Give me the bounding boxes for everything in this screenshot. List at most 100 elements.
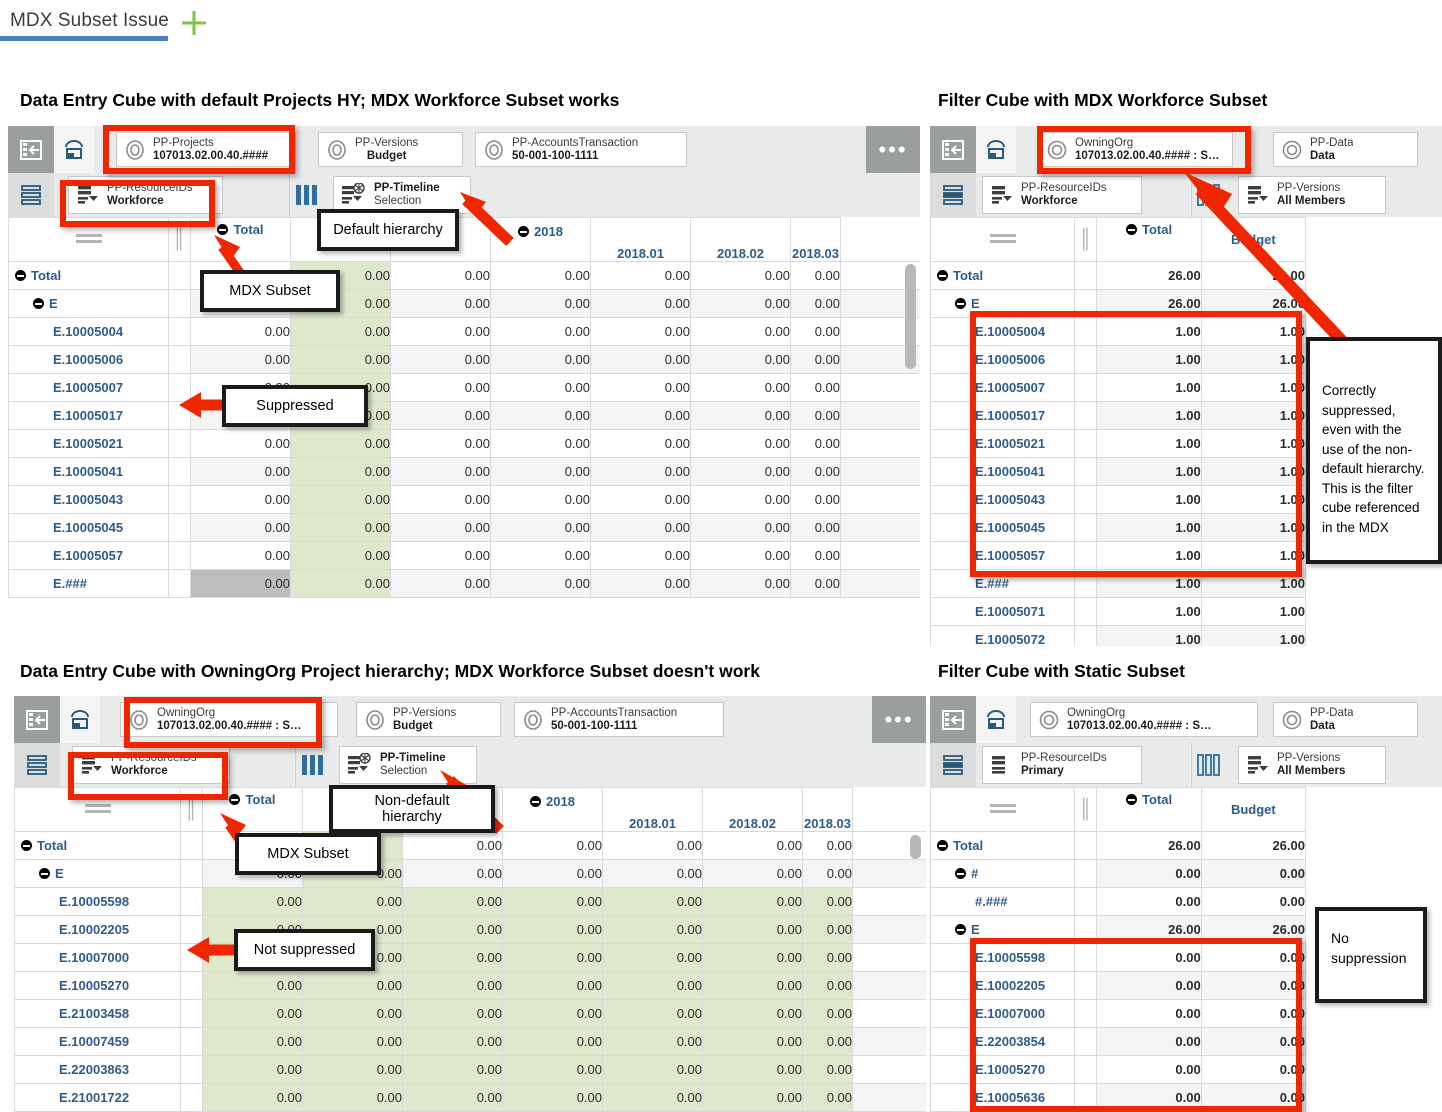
data-cell[interactable]: 0.00 xyxy=(602,887,703,916)
data-cell[interactable]: 0.00 xyxy=(190,485,291,514)
row-header-cell[interactable]: Total xyxy=(930,831,1076,860)
data-cell[interactable]: 0.00 xyxy=(790,345,841,374)
row-header-cell[interactable]: E xyxy=(8,289,169,318)
row-header-cell[interactable]: E.22003863 xyxy=(14,1055,181,1084)
rows-axis-icon[interactable] xyxy=(930,173,976,217)
data-cell[interactable]: 0.00 xyxy=(690,261,791,290)
data-cell[interactable]: 0.00 xyxy=(702,1083,803,1112)
row-header-cell[interactable]: E.10005007 xyxy=(8,373,169,402)
table-row[interactable]: E.100050070.000.000.000.000.000.000.00 xyxy=(8,373,920,402)
data-cell[interactable]: 0.00 xyxy=(402,1027,503,1056)
table-row[interactable]: E.10005057 0.00 0.00 0.00 0.00 0.00 0.00 0.00 xyxy=(8,541,920,570)
filter-chip-pp-accountstransaction[interactable]: PP-AccountsTransaction 50-001-100-1111 xyxy=(475,132,687,167)
data-cell[interactable]: 0.00 xyxy=(290,513,391,542)
data-cell[interactable]: 0.00 xyxy=(590,289,691,318)
data-cell[interactable]: 0.00 xyxy=(802,887,853,916)
data-cell[interactable]: 0.00 xyxy=(802,971,853,1000)
data-cell[interactable]: 0.00 xyxy=(502,1083,603,1112)
data-cell[interactable]: 0.00 xyxy=(602,1083,703,1112)
table-row[interactable]: E.22003863 0.00 0.00 0.00 0.00 0.00 0.00 0.00 xyxy=(14,1055,926,1084)
collapse-icon[interactable] xyxy=(955,868,966,879)
data-cell[interactable]: 0.00 xyxy=(690,513,791,542)
data-cell[interactable]: 0.00 xyxy=(702,915,803,944)
overflow-menu-button-tl[interactable]: ••• xyxy=(866,126,920,173)
data-cell[interactable]: 0.00 xyxy=(290,457,391,486)
col-header-201801-bl[interactable]: 2018.01 xyxy=(602,787,703,832)
data-cell[interactable]: 0.00 xyxy=(502,915,603,944)
data-cell[interactable]: 0.00 xyxy=(390,317,491,346)
row-header-cell[interactable]: E.10005021 xyxy=(8,429,169,458)
data-cell[interactable] xyxy=(852,887,926,916)
data-cell[interactable]: 0.00 xyxy=(802,1083,853,1112)
row-header-cell[interactable]: Total xyxy=(14,831,181,860)
data-cell[interactable]: 0.00 xyxy=(490,373,591,402)
row-header-cell[interactable]: E xyxy=(14,859,181,888)
row-header-cell[interactable]: E.10007000 xyxy=(14,943,181,972)
filter-chip-pp-versions[interactable]: PP-Versions Budget xyxy=(318,132,463,167)
data-cell[interactable]: 0.00 xyxy=(302,1027,403,1056)
data-cell[interactable]: 0.00 xyxy=(690,485,791,514)
data-cell[interactable] xyxy=(840,429,920,458)
data-cell[interactable]: 0.00 xyxy=(1200,887,1307,916)
data-cell[interactable]: 0.00 xyxy=(702,999,803,1028)
data-cell[interactable] xyxy=(840,485,920,514)
row-header-cell[interactable]: E.10005071 xyxy=(930,597,1076,626)
data-cell[interactable]: 0.00 xyxy=(602,1027,703,1056)
data-cell[interactable]: 0.00 xyxy=(702,1055,803,1084)
collapse-icon[interactable] xyxy=(21,840,32,851)
table-row[interactable]: E.10005071 1.00 1.00 xyxy=(930,597,1307,626)
data-cell[interactable]: 0.00 xyxy=(390,513,491,542)
data-cell[interactable]: 0.00 xyxy=(690,541,791,570)
row-header-cell[interactable]: E.10005072 xyxy=(930,625,1076,646)
data-cell[interactable]: 0.00 xyxy=(602,999,703,1028)
data-cell[interactable]: 0.00 xyxy=(290,569,391,598)
row-header-cell[interactable]: # xyxy=(930,859,1076,888)
data-cell[interactable]: 0.00 xyxy=(790,569,841,598)
table-row[interactable]: E.10005270 0.00 0.00 0.00 0.00 0.00 0.00 0.00 xyxy=(14,971,926,1000)
table-row[interactable]: E0.000.000.000.000.000.000.00 xyxy=(8,289,920,318)
axis-chip-pp-resourceids-br[interactable]: PP-ResourceIDs Primary xyxy=(982,746,1142,784)
row-header-cell[interactable]: E.21003458 xyxy=(14,999,181,1028)
collapse-panel-icon[interactable] xyxy=(14,696,60,743)
col-header-201801-tl[interactable]: 2018.01 xyxy=(590,217,691,262)
data-cell[interactable]: 0.00 xyxy=(390,373,491,402)
collapse-icon[interactable] xyxy=(15,270,26,281)
data-cell[interactable]: 0.00 xyxy=(590,513,691,542)
data-cell[interactable]: 0.00 xyxy=(790,261,841,290)
data-cell[interactable]: 26.00 xyxy=(1200,831,1307,860)
data-cell[interactable]: 0.00 xyxy=(490,485,591,514)
table-row[interactable]: Total 0.00 0.00 0.00 0.00 0.00 0.00 xyxy=(8,261,920,290)
data-cell[interactable] xyxy=(852,1055,926,1084)
data-cell[interactable]: 0.00 xyxy=(402,859,503,888)
data-cell[interactable]: 0.00 xyxy=(590,485,691,514)
data-cell[interactable]: 0.00 xyxy=(402,915,503,944)
collapse-icon[interactable] xyxy=(937,840,948,851)
data-cell[interactable] xyxy=(852,859,926,888)
table-row[interactable]: E.100022050.000.000.000.000.000.000.00 xyxy=(14,915,926,944)
data-cell[interactable]: 0.00 xyxy=(502,943,603,972)
data-cell[interactable]: 0.00 xyxy=(502,999,603,1028)
data-cell[interactable]: 0.00 xyxy=(390,345,491,374)
data-cell[interactable]: 0.00 xyxy=(690,457,791,486)
data-cell[interactable]: 0.00 xyxy=(590,345,691,374)
data-cell[interactable]: 0.00 xyxy=(790,429,841,458)
rows-axis-icon[interactable] xyxy=(930,743,976,787)
data-cell[interactable]: 0.00 xyxy=(702,1027,803,1056)
row-header-cell[interactable]: Total xyxy=(8,261,169,290)
row-header-cell[interactable]: E.### xyxy=(8,569,169,598)
grid-row-header-handle-br[interactable] xyxy=(930,787,1076,832)
data-cell[interactable]: 0.00 xyxy=(802,859,853,888)
data-cell[interactable]: 1.00 xyxy=(1096,625,1202,646)
data-cell[interactable] xyxy=(852,999,926,1028)
data-cell[interactable]: 0.00 xyxy=(390,429,491,458)
cube-icon-tl[interactable] xyxy=(54,126,94,173)
data-cell[interactable]: 1.00 xyxy=(1200,597,1307,626)
data-cell[interactable]: 0.00 xyxy=(602,971,703,1000)
row-header-cell[interactable]: E.10005043 xyxy=(8,485,169,514)
data-cell[interactable]: 0.00 xyxy=(502,859,603,888)
browser-tab[interactable]: MDX Subset Issue xyxy=(10,2,169,40)
collapse-icon[interactable] xyxy=(1126,794,1137,805)
row-header-cell[interactable]: E.10005006 xyxy=(8,345,169,374)
col-header-201802-tl[interactable]: 2018.02 xyxy=(690,217,791,262)
data-cell[interactable]: 0.00 xyxy=(302,1083,403,1112)
